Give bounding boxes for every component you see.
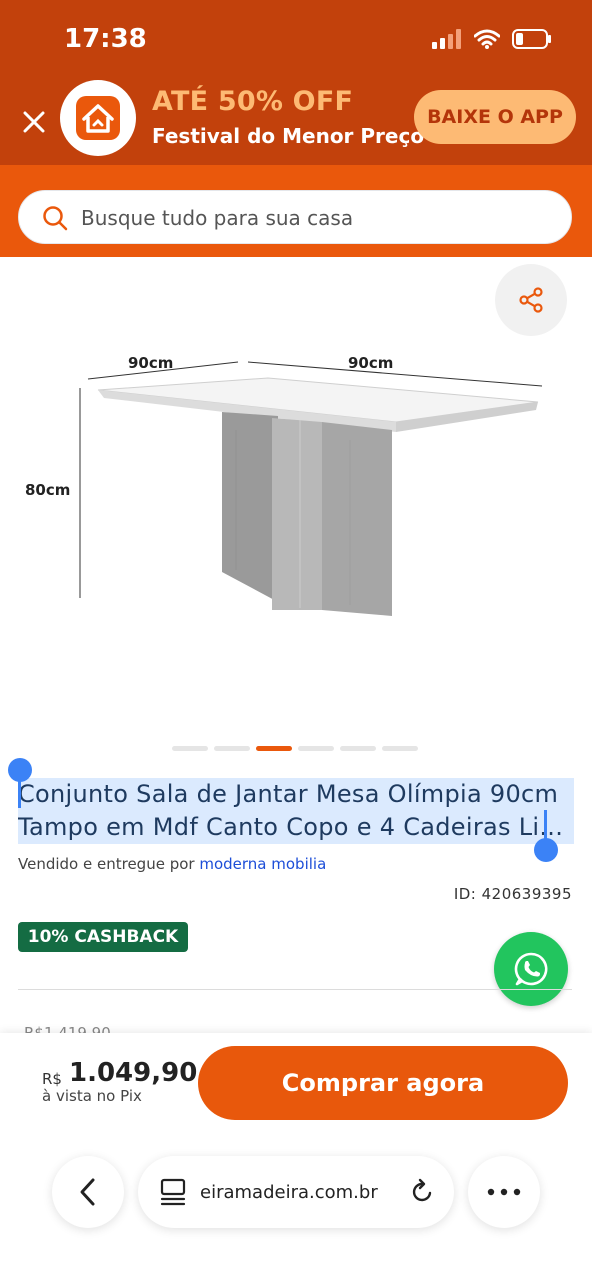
browser-more-button[interactable]	[468, 1156, 540, 1228]
seller-link[interactable]: moderna mobilia	[199, 855, 326, 873]
gallery-pagination	[172, 746, 418, 751]
app-logo	[60, 80, 136, 156]
address-bar[interactable]: eiramadeira.com.br	[138, 1156, 454, 1228]
gallery-dot-active[interactable]	[256, 746, 292, 751]
more-icon	[487, 1188, 521, 1196]
search-placeholder: Busque tudo para sua casa	[81, 206, 354, 230]
gallery-dot[interactable]	[382, 746, 418, 751]
search-input[interactable]: Busque tudo para sua casa	[18, 190, 572, 244]
product-image[interactable]: 90cm 90cm 80cm	[0, 340, 592, 630]
price-note: à vista no Pix	[42, 1087, 142, 1105]
product-id: ID: 420639395	[453, 885, 572, 903]
product-title: Conjunto Sala de Jantar Mesa Olímpia 90c…	[18, 778, 574, 844]
chevron-left-icon	[80, 1178, 95, 1206]
house-logo-icon	[76, 96, 120, 140]
share-icon	[519, 287, 543, 313]
battery-icon	[512, 29, 551, 49]
gallery-dot[interactable]	[340, 746, 376, 751]
signal-icon	[432, 29, 461, 49]
wifi-icon	[474, 29, 500, 49]
price-value: 1.049,90	[69, 1058, 198, 1088]
download-app-button[interactable]: BAIXE O APP	[414, 90, 576, 144]
promo-subtitle: Festival do Menor Preço	[152, 124, 425, 148]
status-time: 17:38	[64, 24, 147, 54]
selection-start-bar	[18, 778, 21, 808]
product-title-line-1: Conjunto Sala de Jantar Mesa Olímpia 90c…	[18, 778, 574, 811]
seller-info: Vendido e entregue por moderna mobilia	[18, 855, 326, 873]
url-text: eiramadeira.com.br	[200, 1182, 378, 1203]
divider	[18, 989, 572, 990]
gallery-dot[interactable]	[172, 746, 208, 751]
search-icon	[43, 206, 68, 231]
reload-icon[interactable]	[408, 1178, 436, 1206]
buy-now-button[interactable]: Comprar agora	[198, 1046, 568, 1120]
status-icons	[432, 26, 552, 52]
price-currency: R$	[42, 1070, 62, 1088]
page-tab-icon	[160, 1178, 186, 1206]
whatsapp-icon	[514, 952, 548, 986]
selection-start-handle[interactable]	[8, 758, 32, 782]
dim-width-left: 90cm	[128, 354, 173, 372]
share-button[interactable]	[495, 264, 567, 336]
gallery-dot[interactable]	[214, 746, 250, 751]
product-title-line-2: Tampo em Mdf Canto Copo e 4 Cadeiras Li.…	[18, 811, 574, 844]
dim-width-right: 90cm	[348, 354, 393, 372]
seller-prefix: Vendido e entregue por	[18, 855, 195, 873]
whatsapp-button[interactable]	[494, 932, 568, 1006]
dim-height: 80cm	[25, 481, 70, 499]
browser-back-button[interactable]	[52, 1156, 124, 1228]
selection-end-handle[interactable]	[534, 838, 558, 862]
promo-title: ATÉ 50% OFF	[152, 86, 354, 117]
close-icon[interactable]	[20, 108, 48, 136]
gallery-dot[interactable]	[298, 746, 334, 751]
cashback-badge: 10% CASHBACK	[18, 922, 188, 952]
